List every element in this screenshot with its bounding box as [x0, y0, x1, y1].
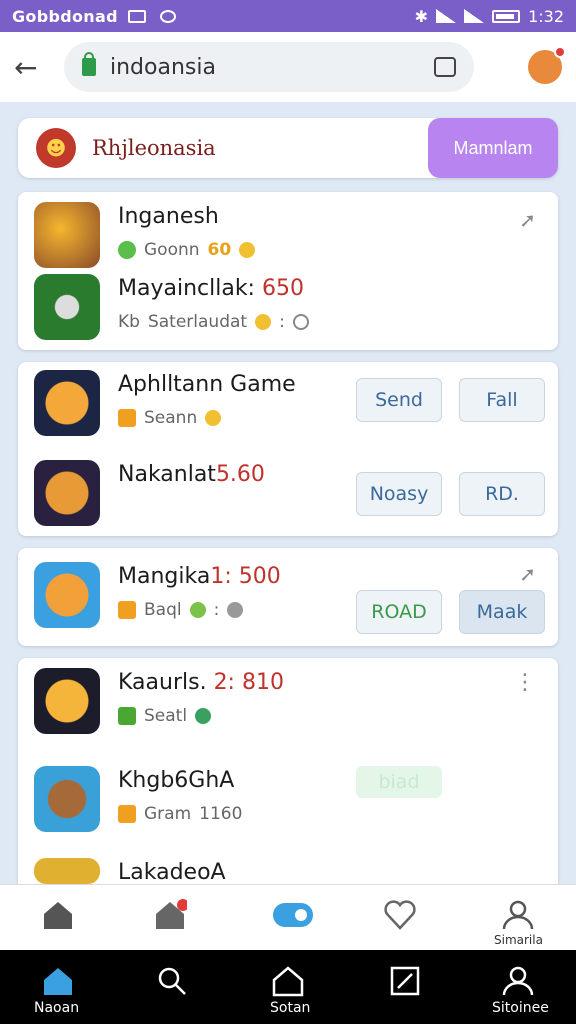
edit-icon[interactable] — [385, 964, 425, 998]
status-bar: Gobbdonad ✱ 1:32 — [0, 0, 576, 32]
game-price: 650 — [261, 276, 304, 301]
tag-icon — [118, 409, 136, 427]
share-icon[interactable]: ➚ — [519, 208, 536, 232]
address-bar[interactable]: indoansia — [64, 42, 474, 92]
home-icon[interactable] — [38, 895, 78, 935]
game-title: Nakanlat — [118, 462, 216, 487]
wishlist-icon[interactable] — [380, 895, 420, 935]
noasy-button[interactable]: Noasy — [356, 472, 442, 516]
nav-label: Sitoinee — [492, 1000, 549, 1016]
rd-button[interactable]: RD. — [459, 472, 545, 516]
game-title: Kaaurls. — [118, 670, 214, 695]
store-icon[interactable] — [150, 895, 190, 935]
tag-icon — [118, 601, 136, 619]
banner-title: Rhjleonasia — [92, 136, 216, 160]
game-icon — [34, 274, 100, 340]
system-nav-bar: Naoan Sotan Sitoinee — [0, 950, 576, 1024]
info-icon[interactable] — [292, 314, 309, 330]
back-arrow-icon[interactable]: ← — [14, 51, 64, 84]
game-subtitle: Seann — [144, 408, 198, 428]
games-icon[interactable] — [270, 895, 316, 935]
game-title: LakadeoA — [118, 860, 226, 885]
gem-icon — [189, 602, 206, 618]
banner-button[interactable]: Mamnlam — [428, 118, 558, 178]
game-row[interactable]: Khgb6GhA Gram 1160 — [34, 766, 544, 834]
header-banner: ☻ Rhjleonasia Mamnlam — [18, 118, 558, 178]
game-title: Inganesh — [118, 204, 219, 229]
gem-icon — [195, 708, 212, 724]
game-subtitle: Goonn — [144, 240, 200, 260]
send-button[interactable]: Send — [356, 378, 442, 422]
game-subtitle: Gram — [144, 804, 192, 824]
bad-button[interactable]: biad — [356, 766, 442, 798]
game-card: Aphlltann Game Seann Send Fall Nakanlat5… — [18, 362, 558, 536]
carrier-name: Gobbdonad — [12, 6, 118, 26]
game-price: 5.60 — [215, 462, 265, 487]
profile-avatar[interactable] — [528, 46, 566, 84]
lock-icon — [82, 52, 96, 76]
game-card: Inganesh Goonn 60 ➚ Mayaincllak: 650 Kb Sa… — [18, 192, 558, 350]
game-icon — [34, 202, 100, 268]
profile-icon[interactable] — [498, 964, 538, 998]
game-card: Kaaurls. 2: 810 Seatl ⋮ Khgb6GhA Gram 116… — [18, 658, 558, 898]
game-icon — [34, 370, 100, 436]
tag-icon — [118, 805, 136, 823]
game-row[interactable]: Inganesh Goonn 60 ➚ — [34, 202, 544, 270]
nav-label: Naoan — [34, 1000, 80, 1016]
game-icon — [34, 766, 100, 832]
game-score: 60 — [207, 240, 232, 260]
game-row[interactable]: Kaaurls. 2: 810 Seatl ⋮ — [34, 668, 544, 736]
coin-icon — [239, 242, 256, 258]
clock: 1:32 — [528, 6, 564, 26]
url-text: indoansia — [110, 54, 216, 80]
maak-button[interactable]: Maak — [459, 590, 545, 634]
game-row[interactable]: Mayaincllak: 650 Kb Saterlaudat: — [34, 274, 544, 342]
coin-icon — [205, 410, 222, 426]
share-icon[interactable]: ➚ — [519, 562, 536, 586]
game-extra: 1160 — [199, 804, 243, 824]
game-title: Mangika — [118, 564, 211, 589]
game-title: Aphlltann Game — [118, 372, 296, 397]
house-icon[interactable] — [268, 964, 308, 998]
tag-icon — [118, 707, 136, 725]
browser-toolbar: ← indoansia — [0, 32, 576, 102]
game-icon — [34, 858, 100, 884]
game-subtitle: Saterlaudat — [147, 312, 248, 332]
game-icon — [34, 668, 100, 734]
game-card: Mangika1: 500 Baql: ➚ ROAD Maak — [18, 548, 558, 646]
app-bottom-nav: Simarila — [0, 884, 576, 950]
game-subtitle: Baql — [144, 600, 182, 620]
game-extra: : — [279, 312, 285, 332]
fall-button[interactable]: Fall — [459, 378, 545, 422]
more-options-icon[interactable]: ⋮ — [514, 670, 536, 695]
nav-label: Sotan — [270, 1000, 311, 1016]
profile-label: Simarila — [494, 933, 543, 947]
profile-icon[interactable] — [498, 895, 538, 935]
wifi-icon — [436, 9, 457, 23]
game-extra: : — [213, 600, 220, 620]
home-icon[interactable] — [38, 964, 78, 998]
mascot-icon: ☻ — [36, 128, 76, 168]
gem-icon — [118, 241, 136, 259]
bluetooth-icon: ✱ — [414, 6, 429, 26]
message-icon — [159, 9, 176, 23]
screenshot-icon — [127, 9, 146, 23]
signal-icon — [464, 9, 485, 23]
coin-icon — [255, 314, 272, 330]
game-title: Mayaincllak: — [118, 276, 262, 301]
search-icon[interactable] — [152, 964, 192, 998]
road-button[interactable]: ROAD — [356, 590, 442, 634]
game-price: 2: 810 — [213, 670, 284, 695]
notification-dot — [554, 46, 566, 58]
settings-icon — [227, 602, 244, 618]
game-subtitle: Seatl — [144, 706, 188, 726]
game-icon — [34, 562, 100, 628]
game-title: Khgb6GhA — [118, 768, 235, 793]
game-price: 1: 500 — [210, 564, 281, 589]
game-prefix: Kb — [118, 312, 140, 332]
game-icon — [34, 460, 100, 526]
tabs-icon[interactable] — [434, 57, 456, 77]
battery-icon — [492, 9, 521, 23]
